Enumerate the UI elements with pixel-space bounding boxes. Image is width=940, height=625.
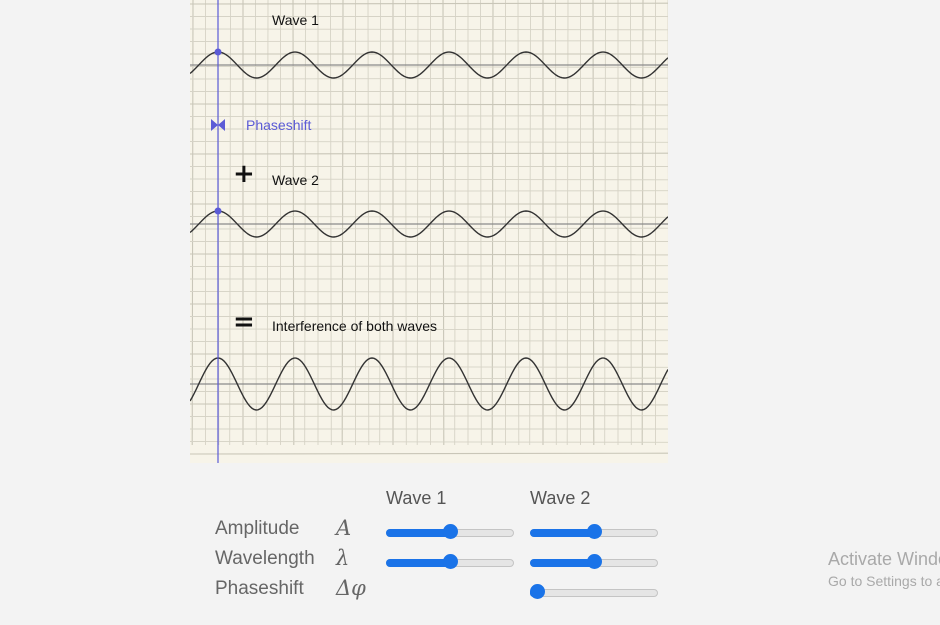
wave1-phase-point	[214, 48, 222, 56]
activation-watermark: Activate Windows Go to Settings to activ…	[828, 549, 940, 589]
grid-line	[190, 441, 668, 443]
wave2-wavelength-slider[interactable]	[530, 554, 658, 570]
slider-thumb[interactable]	[443, 524, 458, 539]
grid-line	[190, 103, 668, 106]
grid-line	[190, 152, 668, 155]
equals-symbol: =	[233, 307, 255, 337]
grid-line	[190, 377, 668, 380]
grid-line	[190, 141, 668, 143]
wave1-wavelength-slider[interactable]	[386, 554, 514, 570]
grid-line	[190, 452, 668, 455]
grid-line	[190, 178, 668, 181]
controls-panel: Wave 1 Wave 2 Amplitude A Wavelength λ P…	[0, 478, 700, 618]
grid-line	[190, 190, 668, 192]
grid-line	[190, 2, 668, 5]
slider-fill	[530, 529, 594, 537]
grid-line	[190, 366, 668, 368]
column-header-wave2: Wave 2	[530, 488, 591, 508]
grid-line	[190, 216, 668, 218]
wave2-amplitude-slider[interactable]	[530, 524, 658, 540]
slider-fill	[386, 529, 450, 537]
phaseshift-label: Phaseshift	[246, 117, 312, 133]
amplitude-label: Amplitude	[215, 518, 300, 539]
wave2-label: Wave 2	[272, 172, 319, 188]
watermark-title: Activate Windows	[828, 549, 940, 569]
column-header-wave1: Wave 1	[386, 488, 447, 508]
slider-thumb[interactable]	[530, 584, 545, 599]
interference-label: Interference of both waves	[272, 318, 437, 334]
wave2-phase-point	[214, 207, 222, 215]
phaseshift-symbol: Δφ	[336, 576, 366, 600]
watermark-subtitle: Go to Settings to activate Windows.	[828, 573, 940, 589]
graph-paper	[190, 0, 668, 463]
grid-line	[190, 403, 668, 406]
slider-thumb[interactable]	[587, 554, 602, 569]
amplitude-symbol: A	[336, 516, 352, 540]
grid-line	[190, 340, 668, 342]
grid-line	[190, 253, 668, 256]
wave2-phaseshift-slider[interactable]	[530, 584, 658, 600]
wavelength-symbol: λ	[336, 546, 350, 570]
grid-line	[190, 77, 668, 80]
grid-line	[190, 302, 668, 305]
grid-line	[190, 40, 668, 42]
grid-line	[190, 28, 668, 31]
grid-line	[190, 265, 668, 267]
wave-canvas: Wave 1 Phaseshift + Wave 2 = Interferenc…	[190, 0, 668, 463]
slider-thumb[interactable]	[587, 524, 602, 539]
wavelength-label: Wavelength	[215, 548, 315, 569]
slider-track[interactable]	[530, 589, 658, 597]
wave1-label: Wave 1	[272, 12, 319, 28]
slider-fill	[530, 559, 594, 567]
phaseshift-row-label: Phaseshift	[215, 578, 304, 599]
plus-symbol: +	[233, 159, 255, 189]
grid-line	[190, 415, 668, 417]
wave1-amplitude-slider[interactable]	[386, 524, 514, 540]
slider-thumb[interactable]	[443, 554, 458, 569]
grid-line	[190, 291, 668, 293]
grid-line	[190, 227, 668, 230]
slider-fill	[386, 559, 450, 567]
